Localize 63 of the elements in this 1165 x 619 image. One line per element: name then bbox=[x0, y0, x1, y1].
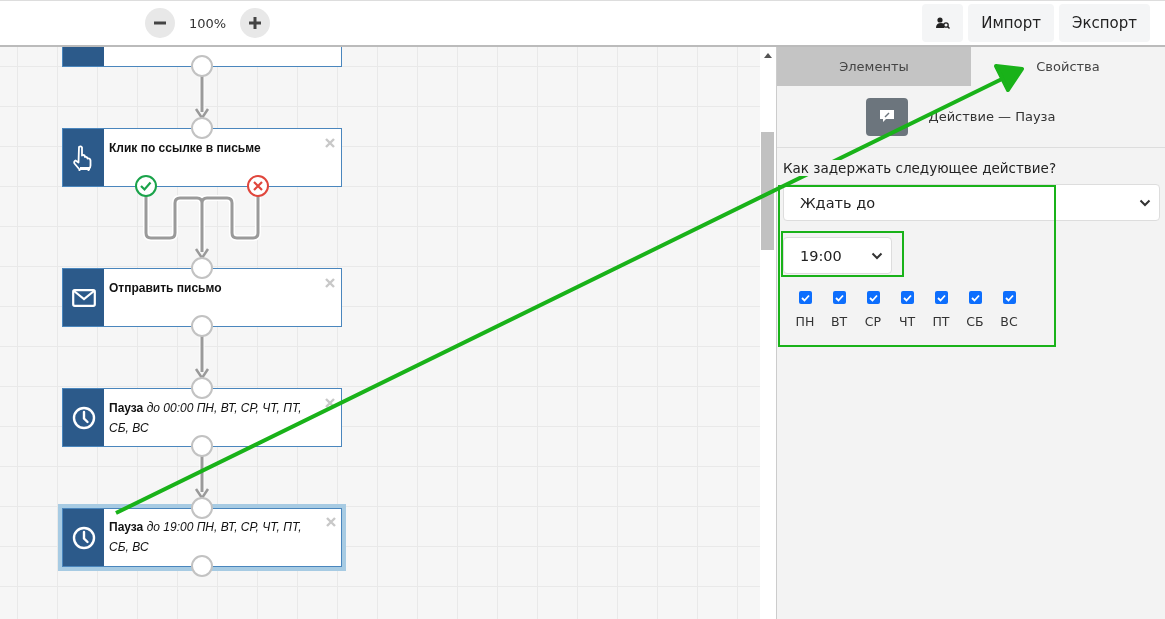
zoom-in-button[interactable] bbox=[240, 8, 271, 38]
close-icon[interactable] bbox=[325, 278, 335, 288]
zoom-out-button[interactable] bbox=[145, 8, 175, 38]
day-checkbox[interactable] bbox=[900, 291, 914, 304]
envelope-icon bbox=[71, 288, 96, 307]
port-circle[interactable] bbox=[191, 497, 213, 519]
checkmark-icon bbox=[834, 293, 844, 302]
day-label: ПТ bbox=[932, 314, 950, 329]
close-icon[interactable] bbox=[326, 517, 336, 527]
day-label: СБ bbox=[966, 314, 984, 329]
day-checkbox[interactable] bbox=[866, 291, 880, 304]
close-icon[interactable] bbox=[325, 138, 335, 148]
toolbar-button[interactable]: Экспорт bbox=[1058, 4, 1150, 42]
port-circle[interactable] bbox=[191, 377, 213, 399]
chevron-down-icon bbox=[1139, 198, 1151, 207]
checkmark-icon bbox=[970, 293, 980, 302]
node-label: Отправить письмо bbox=[108, 280, 222, 297]
zoom-level: 100% bbox=[189, 15, 227, 31]
delay-mode-select[interactable]: Ждать до bbox=[783, 184, 1160, 221]
panel-tab[interactable]: Элементы bbox=[777, 47, 971, 86]
node-label: Клик по ссылке в письме bbox=[108, 140, 261, 157]
success-port-icon[interactable] bbox=[135, 175, 157, 197]
clock-icon bbox=[71, 405, 96, 430]
checkmark-icon bbox=[936, 293, 946, 302]
day-checkbox[interactable] bbox=[968, 291, 982, 304]
node-label: Пауза до 00:00 ПН, ВТ, СР, ЧТ, ПТ, СБ, ВС bbox=[108, 400, 303, 437]
day-checkbox[interactable] bbox=[832, 291, 846, 304]
port-circle[interactable] bbox=[191, 257, 213, 279]
failure-port-icon[interactable] bbox=[247, 175, 269, 197]
time-select[interactable]: 19:00 bbox=[783, 237, 892, 274]
day-checkbox[interactable] bbox=[1002, 291, 1016, 304]
day-label: ВС bbox=[1000, 314, 1018, 329]
scroll-up-icon[interactable] bbox=[764, 53, 772, 58]
port-circle[interactable] bbox=[191, 55, 213, 77]
user-search-icon bbox=[935, 17, 950, 29]
day-label: ВТ bbox=[830, 314, 848, 329]
node-card[interactable]: Пауза до 00:00 ПН, ВТ, СР, ЧТ, ПТ, СБ, ВС bbox=[62, 388, 342, 447]
day-label: ПН bbox=[795, 314, 815, 329]
checkmark-icon bbox=[800, 293, 810, 302]
port-circle[interactable] bbox=[191, 555, 213, 577]
close-icon[interactable] bbox=[325, 398, 335, 408]
clock-icon bbox=[71, 525, 96, 550]
plus-icon bbox=[248, 16, 263, 30]
node-label: Пауза до 19:00 ПН, ВТ, СР, ЧТ, ПТ, СБ, ВС bbox=[108, 519, 303, 556]
port-circle[interactable] bbox=[191, 435, 213, 457]
selected-node-card[interactable]: Пауза до 19:00 ПН, ВТ, СР, ЧТ, ПТ, СБ, ВС bbox=[58, 504, 346, 571]
checkmark-icon bbox=[902, 293, 912, 302]
port-circle[interactable] bbox=[191, 315, 213, 337]
day-checkbox[interactable] bbox=[798, 291, 812, 304]
scrollbar-thumb[interactable] bbox=[761, 132, 774, 250]
checkmark-icon bbox=[1004, 293, 1014, 302]
day-label: ЧТ bbox=[898, 314, 916, 329]
node-card[interactable]: Клик по ссылке в письме bbox=[62, 128, 342, 187]
toolbar-button[interactable]: Импорт bbox=[968, 4, 1054, 42]
day-label: СР bbox=[864, 314, 882, 329]
day-checkbox[interactable] bbox=[934, 291, 948, 304]
node-card[interactable]: Отправить письмо bbox=[62, 268, 342, 327]
user-search-button[interactable] bbox=[922, 4, 964, 42]
checkmark-icon bbox=[868, 293, 878, 302]
field-label: Как задержать следующее действие? bbox=[783, 160, 1057, 176]
port-circle[interactable] bbox=[191, 117, 213, 139]
note-pencil-icon bbox=[879, 109, 896, 124]
chevron-down-icon bbox=[871, 251, 883, 260]
